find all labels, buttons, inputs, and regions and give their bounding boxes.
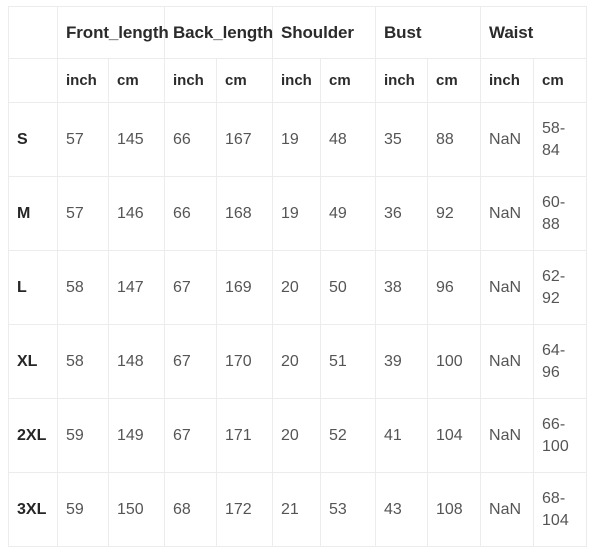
cell-shoulder-cm: 51: [320, 324, 376, 399]
cell-shoulder-inch: 20: [272, 324, 321, 399]
cell-bust-cm: 92: [427, 176, 482, 251]
row-size-label: 3XL: [8, 472, 58, 547]
cell-back-length-cm: 170: [216, 324, 273, 399]
row-size-label: M: [8, 176, 58, 251]
cell-front-length-cm: 146: [108, 176, 165, 251]
cell-back-length-inch: 66: [164, 102, 217, 177]
unit-header-front-length-inch: inch: [57, 58, 109, 103]
cell-bust-cm: 104: [427, 398, 482, 473]
unit-header-bust-inch: inch: [375, 58, 428, 103]
cell-waist-cm: 58-84: [533, 102, 588, 177]
cell-front-length-inch: 59: [57, 472, 109, 547]
unit-header-row: inch cm inch cm inch cm inch cm inch cm: [8, 58, 588, 103]
row-size-label: XL: [8, 324, 58, 399]
cell-shoulder-cm: 48: [320, 102, 376, 177]
cell-back-length-inch: 68: [164, 472, 217, 547]
cell-back-length-inch: 67: [164, 324, 217, 399]
cell-back-length-cm: 171: [216, 398, 273, 473]
group-header-front-length: Front_length: [57, 6, 169, 59]
cell-waist-inch: NaN: [480, 324, 535, 399]
cell-back-length-inch: 67: [164, 398, 217, 473]
table-row: S 57 145 66 167 19 48 35 88 NaN 58-84: [8, 102, 588, 177]
unit-header-waist-inch: inch: [480, 58, 535, 103]
cell-waist-cm: 62-92: [533, 250, 588, 325]
cell-bust-inch: 39: [375, 324, 428, 399]
unit-header-waist-cm: cm: [533, 58, 588, 103]
cell-front-length-cm: 150: [108, 472, 165, 547]
cell-front-length-inch: 58: [57, 324, 109, 399]
cell-back-length-cm: 169: [216, 250, 273, 325]
table-row: 2XL 59 149 67 171 20 52 41 104 NaN 66-10…: [8, 398, 588, 473]
table-body: S 57 145 66 167 19 48 35 88 NaN 58-84 M …: [8, 102, 588, 547]
cell-bust-inch: 38: [375, 250, 428, 325]
cell-shoulder-cm: 50: [320, 250, 376, 325]
cell-shoulder-cm: 53: [320, 472, 376, 547]
cell-front-length-inch: 59: [57, 398, 109, 473]
cell-waist-inch: NaN: [480, 472, 535, 547]
cell-waist-cm: 66-100: [533, 398, 588, 473]
cell-bust-cm: 100: [427, 324, 482, 399]
cell-waist-inch: NaN: [480, 176, 535, 251]
cell-shoulder-inch: 19: [272, 176, 321, 251]
cell-bust-cm: 96: [427, 250, 482, 325]
cell-waist-inch: NaN: [480, 250, 535, 325]
table-header: Front_length Back_length Shoulder Bust W…: [8, 6, 588, 103]
cell-front-length-inch: 57: [57, 176, 109, 251]
cell-front-length-inch: 57: [57, 102, 109, 177]
cell-back-length-inch: 66: [164, 176, 217, 251]
cell-front-length-cm: 149: [108, 398, 165, 473]
table-row: L 58 147 67 169 20 50 38 96 NaN 62-92: [8, 250, 588, 325]
cell-waist-cm: 60-88: [533, 176, 588, 251]
cell-back-length-cm: 168: [216, 176, 273, 251]
cell-bust-inch: 43: [375, 472, 428, 547]
cell-waist-cm: 64-96: [533, 324, 588, 399]
cell-bust-inch: 41: [375, 398, 428, 473]
cell-shoulder-cm: 49: [320, 176, 376, 251]
cell-front-length-inch: 58: [57, 250, 109, 325]
cell-front-length-cm: 145: [108, 102, 165, 177]
cell-bust-inch: 35: [375, 102, 428, 177]
group-header-waist: Waist: [480, 6, 588, 59]
unit-header-back-length-inch: inch: [164, 58, 217, 103]
group-header-shoulder: Shoulder: [272, 6, 376, 59]
cell-waist-inch: NaN: [480, 398, 535, 473]
cell-back-length-inch: 67: [164, 250, 217, 325]
cell-shoulder-inch: 21: [272, 472, 321, 547]
cell-waist-cm: 68-104: [533, 472, 588, 547]
row-size-label: 2XL: [8, 398, 58, 473]
header-corner-cell: [8, 6, 58, 59]
unit-header-shoulder-inch: inch: [272, 58, 321, 103]
unit-header-corner-cell: [8, 58, 58, 103]
group-header-back-length: Back_length: [164, 6, 273, 59]
cell-back-length-cm: 172: [216, 472, 273, 547]
group-header-bust: Bust: [375, 6, 482, 59]
table-row: 3XL 59 150 68 172 21 53 43 108 NaN 68-10…: [8, 472, 588, 547]
cell-front-length-cm: 147: [108, 250, 165, 325]
cell-shoulder-cm: 52: [320, 398, 376, 473]
row-size-label: L: [8, 250, 58, 325]
group-header-row: Front_length Back_length Shoulder Bust W…: [8, 6, 588, 59]
cell-bust-inch: 36: [375, 176, 428, 251]
table-row: XL 58 148 67 170 20 51 39 100 NaN 64-96: [8, 324, 588, 399]
unit-header-shoulder-cm: cm: [320, 58, 376, 103]
cell-shoulder-inch: 19: [272, 102, 321, 177]
unit-header-back-length-cm: cm: [216, 58, 273, 103]
cell-bust-cm: 88: [427, 102, 482, 177]
unit-header-bust-cm: cm: [427, 58, 482, 103]
row-size-label: S: [8, 102, 58, 177]
cell-shoulder-inch: 20: [272, 250, 321, 325]
table-row: M 57 146 66 168 19 49 36 92 NaN 60-88: [8, 176, 588, 251]
cell-waist-inch: NaN: [480, 102, 535, 177]
unit-header-front-length-cm: cm: [108, 58, 165, 103]
size-chart-container: Front_length Back_length Shoulder Bust W…: [8, 6, 588, 547]
cell-shoulder-inch: 20: [272, 398, 321, 473]
cell-back-length-cm: 167: [216, 102, 273, 177]
cell-bust-cm: 108: [427, 472, 482, 547]
cell-front-length-cm: 148: [108, 324, 165, 399]
size-chart-table: Front_length Back_length Shoulder Bust W…: [8, 6, 588, 547]
